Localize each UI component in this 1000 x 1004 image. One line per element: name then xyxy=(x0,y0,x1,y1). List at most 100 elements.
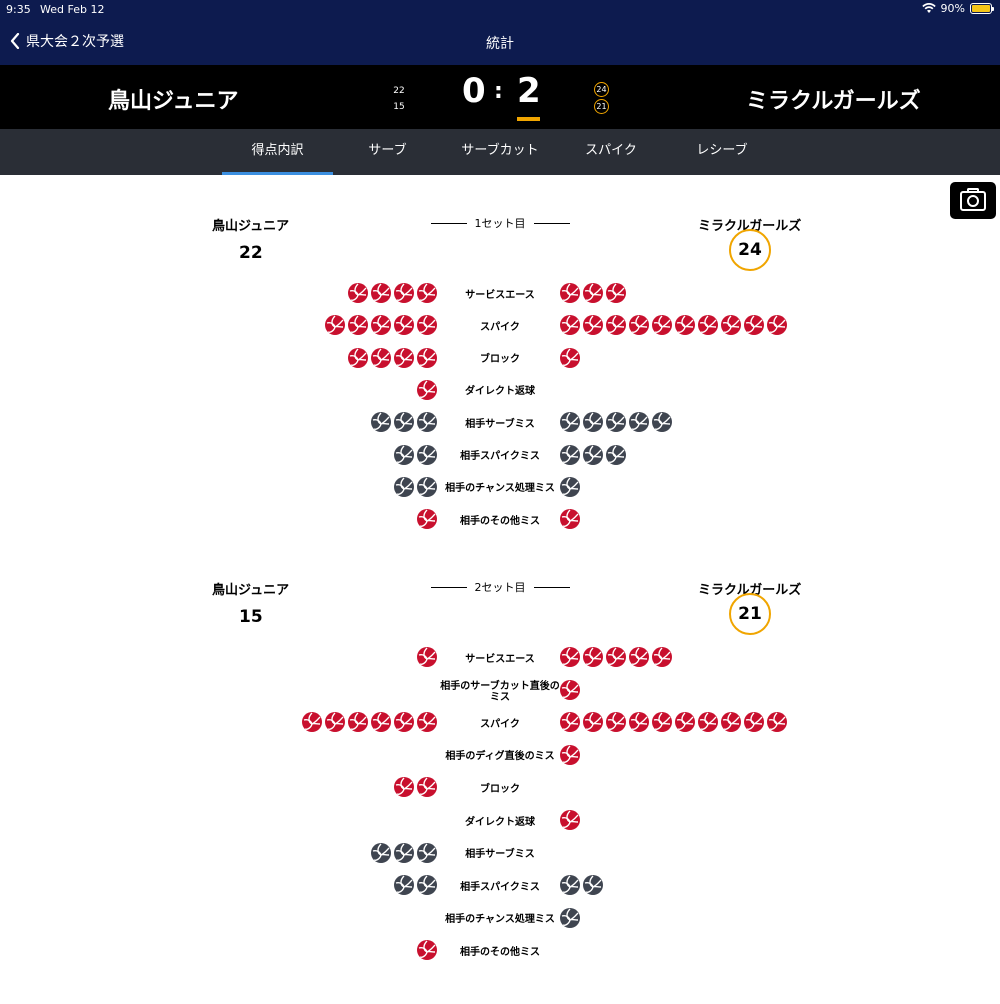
set-away-points: 24 xyxy=(729,229,771,271)
breakdown-row: 相手サーブミス xyxy=(0,411,1000,437)
volleyball-point-icon xyxy=(629,315,649,336)
volleyball-point-icon xyxy=(560,509,580,530)
volleyball-point-icon xyxy=(417,379,437,400)
status-date: Wed Feb 12 xyxy=(40,3,105,16)
tab-score-breakdown[interactable]: 得点内訳 xyxy=(222,129,333,175)
home-count-icons xyxy=(417,940,437,961)
score-header: 鳥山ジュニア 22 15 0 : 2 24 21 ミラクルガールズ xyxy=(0,65,1000,129)
away-count-icons xyxy=(560,810,580,830)
volleyball-point-icon xyxy=(417,283,437,303)
breakdown-row-label: 相手サーブミス xyxy=(465,849,535,861)
volleyball-opponent-error-icon xyxy=(652,412,672,433)
breakdown-row-label: 相手スパイクミス xyxy=(460,451,540,462)
breakdown-row-label: 相手のその他ミス xyxy=(460,515,540,527)
volleyball-point-icon xyxy=(560,679,580,700)
home-count-icons xyxy=(417,509,437,530)
away-sets-won: 2 xyxy=(517,71,541,111)
volleyball-point-icon xyxy=(606,315,626,336)
breakdown-row-label: ダイレクト返球 xyxy=(465,816,535,828)
volleyball-opponent-error-icon xyxy=(560,412,580,433)
breakdown-row-label: 相手スパイクミス xyxy=(460,881,540,893)
volleyball-point-icon xyxy=(417,647,437,667)
home-count-icons xyxy=(348,347,437,368)
volleyball-point-icon xyxy=(652,647,672,667)
volleyball-point-icon xyxy=(417,315,437,336)
nav-bar: 県大会２次予選 統計 xyxy=(0,20,1000,65)
breakdown-row: 相手サーブミス xyxy=(0,842,1000,868)
set-home-team: 鳥山ジュニア xyxy=(212,219,290,234)
volleyball-point-icon xyxy=(606,283,626,303)
home-set-score: 22 xyxy=(393,86,405,96)
volleyball-point-icon xyxy=(348,283,368,303)
volleyball-opponent-error-icon xyxy=(606,444,626,465)
away-count-icons xyxy=(560,476,580,497)
volleyball-point-icon xyxy=(560,744,580,765)
volleyball-point-icon xyxy=(417,509,437,530)
set-home-points: 22 xyxy=(239,243,263,263)
breakdown-row: 相手のチャンス処理ミス xyxy=(0,476,1000,502)
away-team-name: ミラクルガールズ xyxy=(746,89,921,114)
winner-indicator xyxy=(517,117,540,121)
home-count-icons xyxy=(348,283,437,303)
breakdown-row: ダイレクト返球 xyxy=(0,379,1000,405)
breakdown-row-label: サービスエース xyxy=(465,289,535,301)
breakdown-row: 相手のその他ミス xyxy=(0,939,1000,965)
camera-button[interactable] xyxy=(950,182,996,219)
volleyball-opponent-error-icon xyxy=(560,875,580,896)
battery-percent: 90% xyxy=(940,2,965,15)
home-set-score: 15 xyxy=(393,102,405,112)
volleyball-point-icon xyxy=(698,712,718,733)
breakdown-row: サービスエース xyxy=(0,282,1000,308)
home-team-name: 鳥山ジュニア xyxy=(108,89,239,114)
home-count-icons xyxy=(325,315,437,336)
volleyball-point-icon xyxy=(583,283,603,303)
volleyball-point-icon xyxy=(652,315,672,336)
breakdown-row-label: 相手のチャンス処理ミス xyxy=(445,483,555,495)
volleyball-point-icon xyxy=(371,315,391,336)
volleyball-opponent-error-icon xyxy=(560,444,580,465)
tab-receive[interactable]: レシーブ xyxy=(667,129,777,175)
breakdown-row-label: スパイク xyxy=(480,718,520,730)
home-count-icons xyxy=(394,777,437,798)
away-set-scores: 24 21 xyxy=(594,82,610,116)
volleyball-opponent-error-icon xyxy=(560,476,580,497)
volleyball-point-icon xyxy=(417,940,437,961)
home-count-icons xyxy=(417,647,437,667)
breakdown-row: 相手のチャンス処理ミス xyxy=(0,907,1000,933)
volleyball-point-icon xyxy=(348,315,368,336)
tab-serve-receive[interactable]: サーブカット xyxy=(445,129,555,175)
volleyball-point-icon xyxy=(652,712,672,733)
away-count-icons xyxy=(560,907,580,928)
volleyball-point-icon xyxy=(560,283,580,303)
volleyball-point-icon xyxy=(394,283,414,303)
tab-serve[interactable]: サーブ xyxy=(340,129,435,175)
volleyball-opponent-error-icon xyxy=(417,444,437,465)
breakdown-row-label: 相手のサーブカット直後のミス xyxy=(440,680,560,703)
page-title: 統計 xyxy=(486,36,514,52)
breakdown-row: 相手のディグ直後のミス xyxy=(0,744,1000,770)
breakdown-row-label: 相手サーブミス xyxy=(465,418,535,430)
away-count-icons xyxy=(560,679,580,700)
volleyball-point-icon xyxy=(394,712,414,733)
set-away-points: 21 xyxy=(729,593,771,635)
away-count-icons xyxy=(560,283,626,303)
breakdown-row-label: サービスエース xyxy=(465,653,535,665)
volleyball-point-icon xyxy=(302,712,322,733)
volleyball-point-icon xyxy=(560,647,580,667)
volleyball-opponent-error-icon xyxy=(417,412,437,433)
home-count-icons xyxy=(417,379,437,400)
home-count-icons xyxy=(394,875,437,896)
home-count-icons xyxy=(394,476,437,497)
tab-spike[interactable]: スパイク xyxy=(565,129,657,175)
away-count-icons xyxy=(560,412,672,433)
volleyball-point-icon xyxy=(675,712,695,733)
volleyball-opponent-error-icon xyxy=(394,444,414,465)
breakdown-row-label: 相手のその他ミス xyxy=(460,946,540,958)
home-count-icons xyxy=(371,412,437,433)
away-count-icons xyxy=(560,315,787,336)
away-count-icons xyxy=(560,444,626,465)
volleyball-opponent-error-icon xyxy=(394,875,414,896)
volleyball-opponent-error-icon xyxy=(583,875,603,896)
volleyball-point-icon xyxy=(417,712,437,733)
home-count-icons xyxy=(302,712,437,733)
